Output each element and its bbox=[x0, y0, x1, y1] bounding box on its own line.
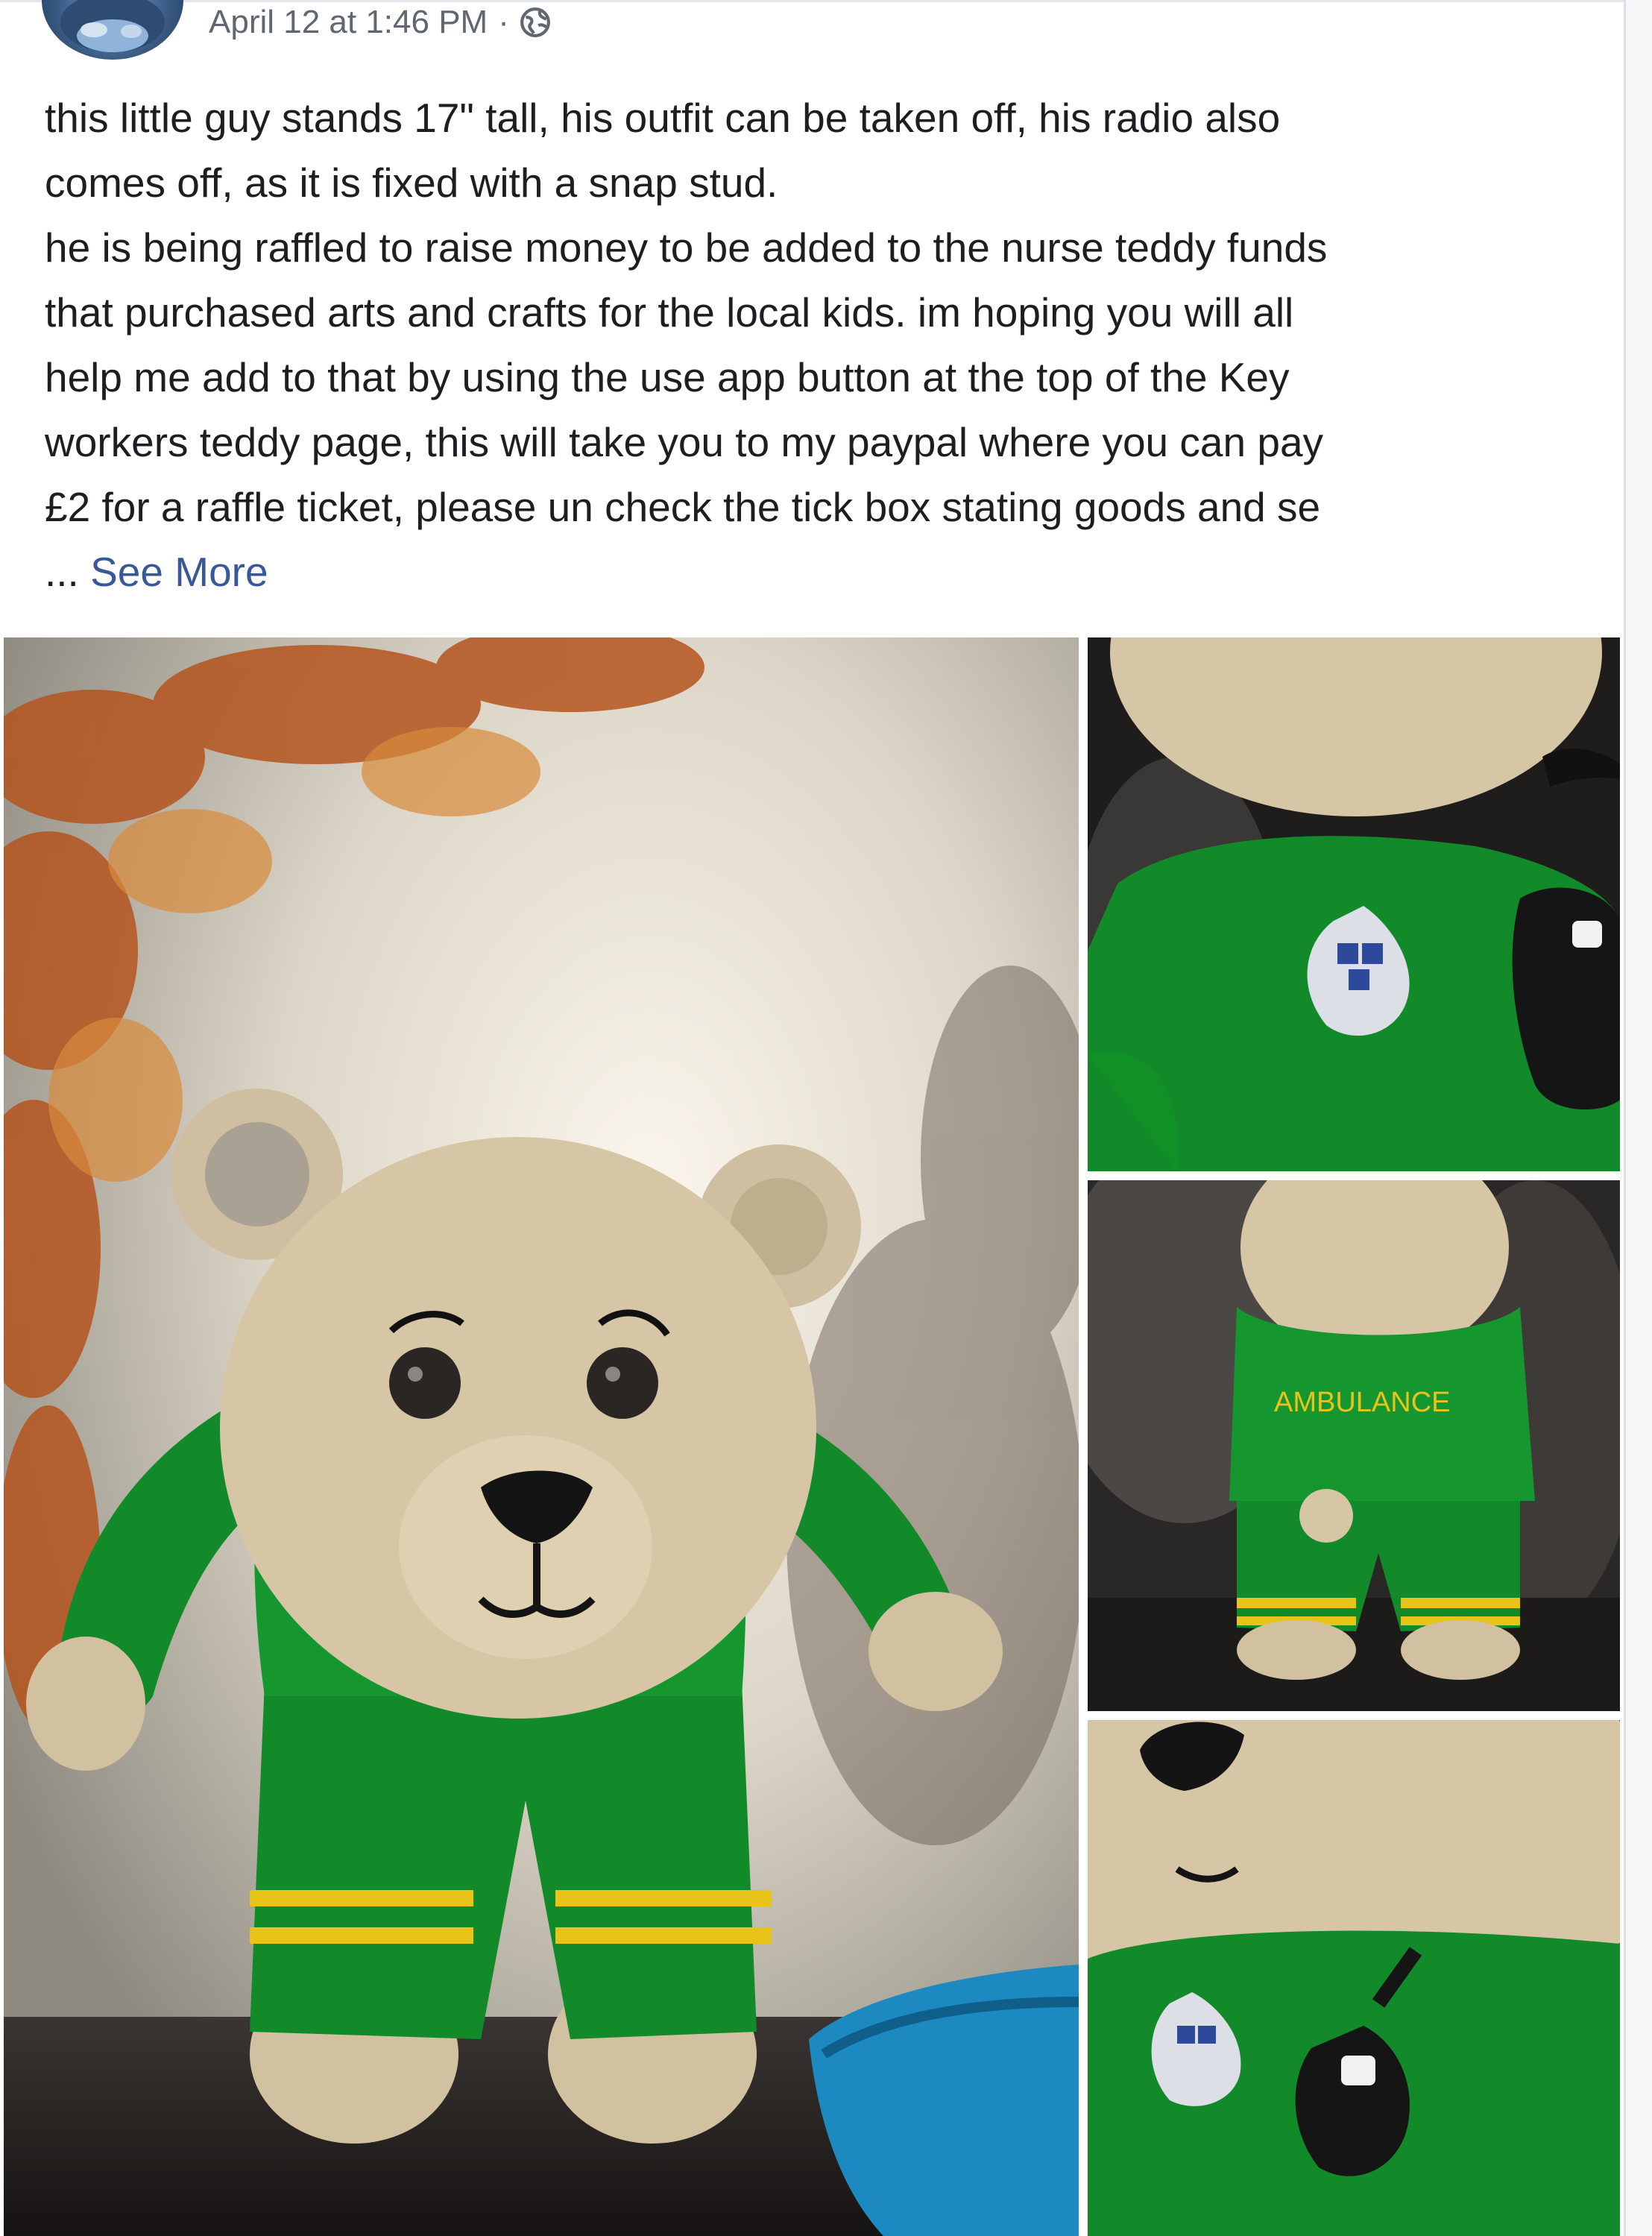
ambulance-text: AMBULANCE bbox=[1274, 1387, 1451, 1418]
avatar-image bbox=[60, 0, 165, 52]
post-line: help me add to that by using the use app… bbox=[45, 354, 1290, 400]
post-line: this little guy stands 17" tall, his out… bbox=[45, 95, 1281, 141]
globe-icon[interactable] bbox=[520, 7, 551, 38]
post-line: workers teddy page, this will take you t… bbox=[45, 419, 1324, 465]
post-line: £2 for a raffle ticket, please un check … bbox=[45, 484, 1321, 530]
meta-separator: · bbox=[498, 4, 509, 40]
photo-side-bottom[interactable] bbox=[1088, 1720, 1620, 2236]
truncation-ellipsis: ... bbox=[45, 549, 79, 595]
teddy-photo-back: AMBULANCE bbox=[1088, 1180, 1620, 1711]
teddy-photo-main bbox=[4, 637, 1079, 2236]
page-background-strip bbox=[1626, 0, 1652, 2236]
post-line: he is being raffled to raise money to be… bbox=[45, 224, 1328, 271]
post-meta: April 12 at 1:46 PM · bbox=[209, 3, 551, 42]
teddy-photo-closeup-badge bbox=[1088, 637, 1620, 1171]
post-message: this little guy stands 17" tall, his out… bbox=[45, 86, 1595, 605]
photo-main[interactable] bbox=[4, 637, 1079, 2236]
post-timestamp[interactable]: April 12 at 1:46 PM bbox=[209, 4, 488, 41]
post-card: April 12 at 1:46 PM · this little guy st… bbox=[0, 0, 1626, 2236]
author-avatar[interactable] bbox=[42, 0, 183, 60]
see-more-row: ... See More bbox=[45, 540, 1595, 605]
see-more-link[interactable]: See More bbox=[90, 549, 268, 595]
photo-side-top[interactable] bbox=[1088, 637, 1620, 1171]
teddy-photo-face bbox=[1088, 1720, 1620, 2236]
post-line: comes off, as it is fixed with a snap st… bbox=[45, 160, 778, 206]
photo-side-middle[interactable]: AMBULANCE bbox=[1088, 1180, 1620, 1711]
post-line: that purchased arts and crafts for the l… bbox=[45, 289, 1294, 336]
top-divider bbox=[0, 0, 1624, 2]
